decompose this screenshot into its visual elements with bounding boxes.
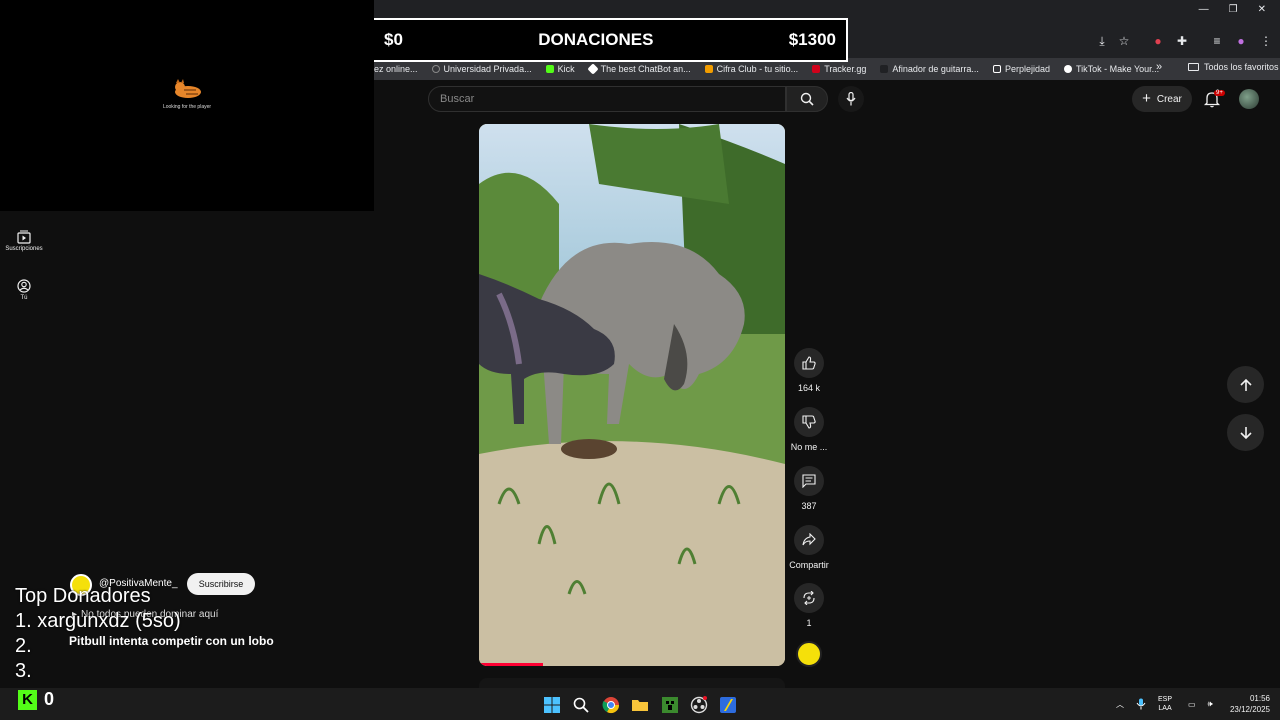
search-button[interactable] [786,86,828,112]
tracker-icon [812,65,821,73]
minimize-icon[interactable]: — [1199,4,1209,15]
obs-studio-icon[interactable] [690,696,708,714]
bookmark-item[interactable]: Tracker.gg [812,64,866,74]
donations-overlay: $0 DONACIONES $1300 [374,18,848,62]
bookmark-star-icon[interactable]: ☆ [1116,34,1132,48]
bookmark-item[interactable]: The best ChatBot an... [586,63,691,75]
dislike-button[interactable]: No me ... [788,407,830,452]
comments-button[interactable]: 387 [788,466,830,511]
guide-item-subscriptions[interactable]: Suscripciones [0,230,48,252]
bookmark-item[interactable]: ez online... [374,64,418,74]
input-language[interactable]: ESP LAA [1158,695,1172,713]
account-avatar[interactable] [1239,89,1259,109]
like-button[interactable]: 164 k [788,348,830,393]
create-button[interactable]: + Crear [1132,86,1192,112]
guide-item-you[interactable]: Tú [0,279,48,301]
webcam-caption: Looking for the player [162,104,212,110]
chevron-double-right-icon[interactable]: » [1156,61,1162,73]
share-button[interactable]: Compartir [788,525,830,570]
dislike-label: No me ... [790,442,828,452]
donor-entry: 2. [15,635,32,657]
comment-icon [802,474,816,488]
donor-entry: 3. [15,660,32,682]
donation-title: DONACIONES [538,30,654,49]
kick-viewer-count: 0 [44,689,55,709]
arrow-down-icon [1239,426,1252,439]
kick-icon [545,65,554,73]
donation-goal: $1300 [788,30,836,49]
next-short-button[interactable] [1227,414,1264,451]
remix-icon [803,591,815,605]
short-video-player[interactable] [479,124,785,666]
extensions-puzzle-icon[interactable]: ✚ [1174,34,1190,48]
network-icon[interactable]: ▭ [1188,700,1196,709]
cat-sticker-icon [175,79,201,98]
chrome-taskbar-icon[interactable] [602,696,620,714]
channel-thumbnail[interactable] [796,641,822,667]
search-icon [800,92,814,106]
perplexity-icon [992,65,1001,73]
close-icon[interactable]: ✕ [1258,4,1266,15]
volume-icon[interactable]: 🕪 [1208,699,1213,709]
plus-icon: + [1142,90,1151,107]
subscriptions-icon [17,230,31,244]
video-progress-bar[interactable] [479,663,544,666]
taskbar-search-icon[interactable] [572,696,590,714]
file-explorer-icon[interactable] [631,696,649,714]
tuner-icon [880,65,889,73]
install-app-icon[interactable]: ⤓ [1094,34,1110,49]
menu-kebab-icon[interactable]: ⋮ [1258,34,1274,48]
windows-start-icon[interactable] [543,696,561,714]
you-icon [17,279,31,293]
minecraft-icon[interactable] [661,696,679,714]
folder-icon [1188,63,1199,71]
chatbot-icon [586,63,599,75]
globe-icon [431,65,440,73]
bookmark-item[interactable]: Afinador de guitarra... [880,64,979,74]
extension-icon[interactable]: ● [1150,34,1166,48]
donor-entry: 1. xargunxdz (5so) [15,610,181,632]
video-frame [479,124,785,666]
share-icon [802,533,816,546]
bookmark-item[interactable]: Universidad Privada... [431,64,532,74]
comment-count: 387 [801,501,817,511]
remix-button[interactable]: 1 [788,583,830,628]
voice-search-button[interactable] [838,86,864,112]
kick-counter: K 0 [18,689,54,710]
bookmark-item[interactable]: Cifra Club - tu sitio... [704,64,798,74]
thumbs-down-icon [802,415,816,429]
kick-logo-icon: K [18,689,37,710]
donors-title: Top Donadores [15,585,151,607]
restore-icon[interactable]: ❐ [1229,4,1238,15]
remix-count: 1 [806,618,812,628]
subscribe-button[interactable]: Suscribirse [187,573,255,595]
donation-current: $0 [384,30,403,49]
arrow-up-icon [1239,378,1252,391]
search-input[interactable]: Buscar [428,86,786,112]
notification-badge: 9+ [1214,90,1225,96]
all-bookmarks-button[interactable]: Todos los favoritos [1188,62,1279,72]
top-donors-overlay: Top Donadores 1. xargunxdz (5so) 2. 3. [15,584,181,684]
tray-microphone-icon[interactable] [1136,698,1146,710]
media-controls-icon[interactable]: ≡ [1209,34,1225,48]
chevron-up-icon[interactable]: ︿ [1116,699,1124,710]
taskbar-clock[interactable]: 01:56 23/12/2025 [1222,693,1270,715]
app-taskbar-icon[interactable] [719,696,737,714]
previous-short-button[interactable] [1227,366,1264,403]
thumbs-up-icon [802,356,816,370]
share-label: Compartir [789,560,829,570]
bookmark-item[interactable]: TikTok - Make Your... [1063,64,1159,74]
bookmark-item[interactable]: Perplejidad [992,64,1050,74]
cifra-club-icon [704,65,713,73]
webcam-overlay: Looking for the player [0,0,374,211]
profile-icon[interactable]: ● [1233,34,1249,48]
window-controls: — ❐ ✕ [1199,4,1280,15]
microphone-icon [846,92,856,106]
tiktok-icon [1063,65,1072,73]
bookmark-item[interactable]: Kick [545,64,575,74]
like-count: 164 k [797,383,821,393]
system-tray: ︿ ESP LAA ▭ 🕪 [1116,688,1213,720]
